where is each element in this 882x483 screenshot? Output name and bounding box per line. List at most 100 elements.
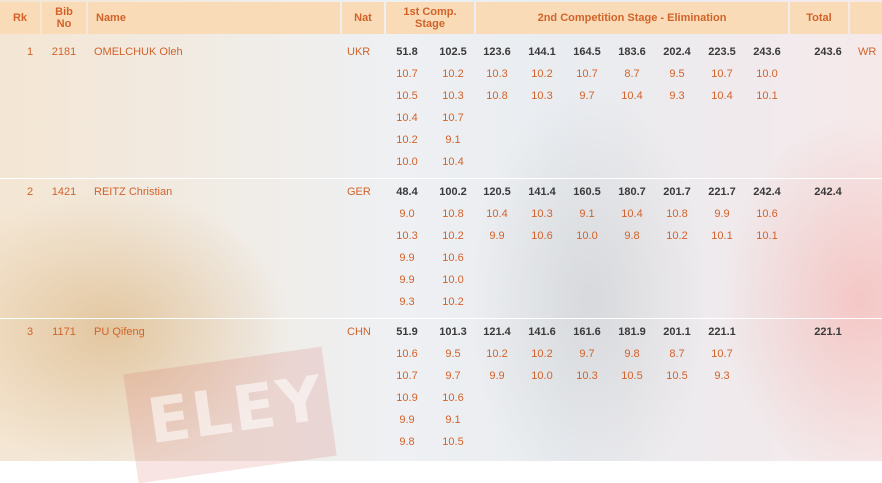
stage2-series-total: 181.9 (618, 326, 646, 338)
stage1-shot: 10.2 (442, 68, 464, 80)
stage1-shot: 10.5 (396, 90, 418, 102)
header-rank-label: Rk (12, 12, 28, 24)
stage2-series-total: 180.7 (618, 186, 646, 198)
stage1-shot: 10.7 (396, 68, 418, 80)
header-stage2: 2nd Competition Stage - Elimination (476, 2, 788, 34)
stage2-series-total: 201.7 (663, 186, 691, 198)
stage2-series-total: 141.6 (528, 326, 556, 338)
bib-cell: 1421 (51, 186, 77, 198)
stage1-shot: 10.6 (396, 348, 418, 360)
stage2-shot: 10.4 (621, 90, 643, 102)
header-rank: Rk (0, 2, 40, 34)
stage2-shot: 10.3 (486, 68, 508, 80)
stage2-shot: 10.3 (531, 90, 553, 102)
stage1-shot: 9.1 (445, 414, 461, 426)
stage2-shot: 10.4 (711, 90, 733, 102)
total-cell: 242.4 (814, 186, 842, 198)
stage2-shot: 10.3 (531, 208, 553, 220)
stage1-shot: 9.0 (399, 208, 415, 220)
stage2-shot: 10.2 (531, 68, 553, 80)
stage2-shot: 10.4 (621, 208, 643, 220)
stage2-shot: 9.8 (624, 230, 640, 242)
header-nat: Nat (342, 2, 384, 34)
stage2-shot: 10.1 (756, 230, 778, 242)
stage2-shot: 10.7 (576, 68, 598, 80)
total-cell: 221.1 (814, 326, 842, 338)
header-total: Total (790, 2, 848, 34)
stage2-series-total: 183.6 (618, 46, 646, 58)
stage2-shot: 10.4 (486, 208, 508, 220)
stage2-shot: 10.0 (756, 68, 778, 80)
stage1-shot: 10.6 (442, 252, 464, 264)
stage2-shot: 10.6 (531, 230, 553, 242)
stage2-shot: 10.0 (576, 230, 598, 242)
stage1-shot: 10.9 (396, 392, 418, 404)
stage1-series-total: 51.9 (396, 326, 418, 338)
stage2-series-total: 201.1 (663, 326, 691, 338)
stage1-series-total: 100.2 (439, 186, 467, 198)
eley-logo-text: ELEY (143, 361, 329, 459)
stage2-shot: 10.8 (666, 208, 688, 220)
stage1-series-total: 51.8 (396, 46, 418, 58)
stage2-shot: 9.3 (714, 370, 730, 382)
stage2-series-total: 221.7 (708, 186, 736, 198)
stage2-shot: 10.3 (576, 370, 598, 382)
stage2-shot: 10.7 (711, 348, 733, 360)
table-header: Rk Bib No Name Nat 1st Comp. Stage 2nd C… (0, 0, 882, 36)
header-stage1: 1st Comp. Stage (386, 2, 474, 34)
stage2-shot: 9.9 (489, 230, 505, 242)
bib-cell: 2181 (51, 46, 77, 58)
stage1-shot: 10.7 (396, 370, 418, 382)
nat-cell: GER (347, 186, 371, 198)
stage2-series-total: 221.1 (708, 326, 736, 338)
stage1-shot: 10.7 (442, 112, 464, 124)
stage1-series-total: 101.3 (439, 326, 467, 338)
row-separator (0, 178, 882, 179)
total-cell: 243.6 (814, 46, 842, 58)
stage2-shot: 10.0 (531, 370, 553, 382)
stage1-shot: 9.9 (399, 274, 415, 286)
stage1-shot: 10.2 (396, 134, 418, 146)
row-separator (0, 318, 882, 319)
stage2-shot: 10.2 (531, 348, 553, 360)
stage2-shot: 9.7 (579, 348, 595, 360)
stage2-series-total: 160.5 (573, 186, 601, 198)
stage2-shot: 10.7 (711, 68, 733, 80)
stage2-shot: 10.6 (756, 208, 778, 220)
header-bib-line2: No (56, 18, 72, 30)
stage2-shot: 8.7 (669, 348, 685, 360)
header-name: Name (88, 2, 340, 34)
header-total-label: Total (806, 12, 832, 24)
stage2-shot: 9.9 (489, 370, 505, 382)
stage2-series-total: 161.6 (573, 326, 601, 338)
header-stage1-line1: 1st Comp. (403, 6, 457, 18)
stage2-series-total: 164.5 (573, 46, 601, 58)
stage2-series-total: 202.4 (663, 46, 691, 58)
stage2-shot: 10.1 (711, 230, 733, 242)
header-stage1-line2: Stage (415, 18, 445, 30)
stage2-shot: 10.5 (666, 370, 688, 382)
stage1-shot: 9.3 (399, 296, 415, 308)
stage2-shot: 10.1 (756, 90, 778, 102)
stage1-shot: 10.3 (396, 230, 418, 242)
stage2-series-total: 223.5 (708, 46, 736, 58)
stage2-shot: 9.5 (669, 68, 685, 80)
stage1-shot: 10.3 (442, 90, 464, 102)
stage2-series-total: 123.6 (483, 46, 511, 58)
stage1-shot: 9.1 (445, 134, 461, 146)
stage2-shot: 9.3 (669, 90, 685, 102)
stage1-shot: 10.2 (442, 296, 464, 308)
stage2-shot: 9.1 (579, 208, 595, 220)
stage1-shot: 10.4 (442, 156, 464, 168)
header-record (850, 2, 882, 34)
stage1-series-total: 102.5 (439, 46, 467, 58)
stage2-series-total: 141.4 (528, 186, 556, 198)
stage2-series-total: 242.4 (753, 186, 781, 198)
athlete-name: OMELCHUK Oleh (94, 46, 183, 58)
header-stage2-label: 2nd Competition Stage - Elimination (537, 12, 727, 24)
stage1-shot: 10.6 (442, 392, 464, 404)
stage1-shot: 10.0 (396, 156, 418, 168)
stage2-shot: 10.8 (486, 90, 508, 102)
stage2-shot: 9.7 (579, 90, 595, 102)
stage2-shot: 9.9 (714, 208, 730, 220)
